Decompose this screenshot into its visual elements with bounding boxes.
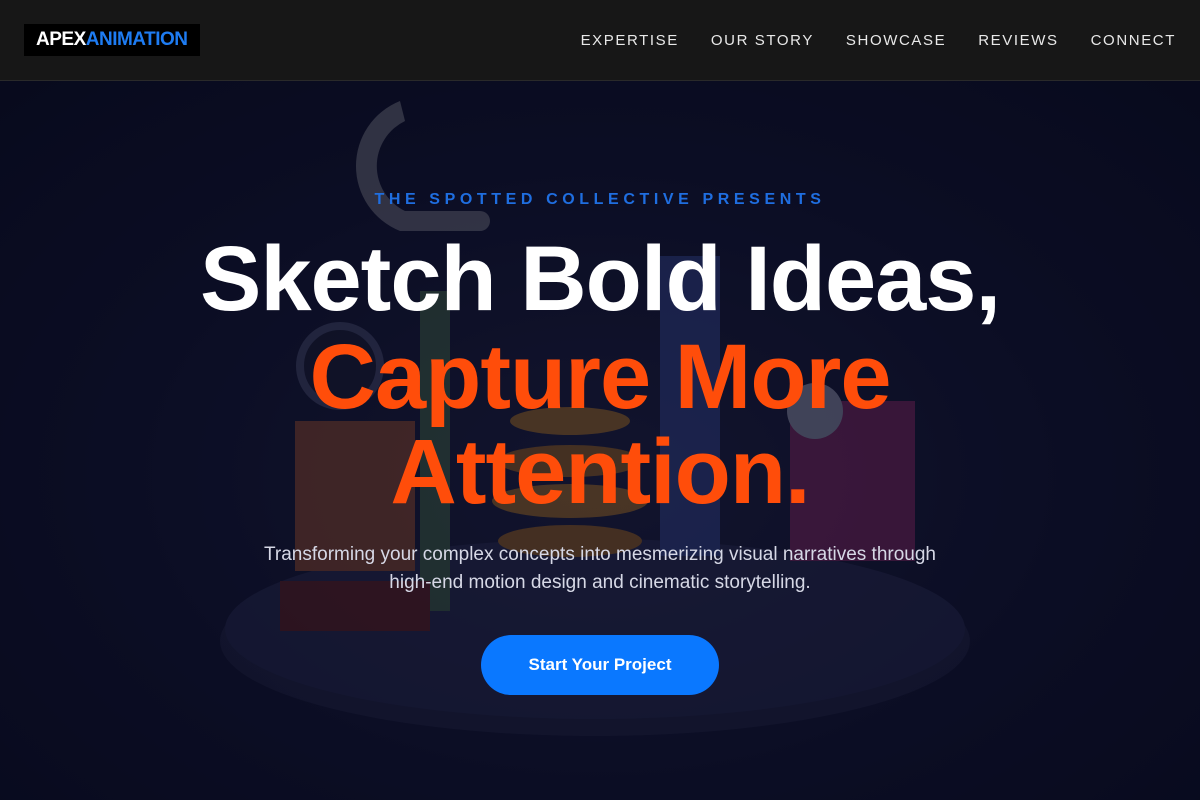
start-project-button[interactable]: Start Your Project bbox=[481, 635, 719, 695]
hero-headline-line-3: Attention. bbox=[390, 421, 810, 523]
nav-link-reviews[interactable]: REVIEWS bbox=[978, 32, 1058, 49]
hero-subtitle: Transforming your complex concepts into … bbox=[264, 544, 936, 593]
hero-headline-line-2: Capture More bbox=[309, 326, 892, 428]
nav-link-showcase[interactable]: SHOWCASE bbox=[846, 32, 946, 49]
main-nav: EXPERTISE OUR STORY SHOWCASE REVIEWS CON… bbox=[581, 32, 1176, 49]
logo-part-animation: ANIMATION bbox=[85, 29, 188, 50]
nav-link-connect[interactable]: CONNECT bbox=[1091, 32, 1176, 49]
logo[interactable]: APEX ANIMATION bbox=[24, 24, 200, 56]
page: APEX ANIMATION EXPERTISE OUR STORY SHOWC… bbox=[0, 0, 1200, 800]
nav-link-our-story[interactable]: OUR STORY bbox=[711, 32, 814, 49]
site-header: APEX ANIMATION EXPERTISE OUR STORY SHOWC… bbox=[0, 0, 1200, 81]
hero-eyebrow: THE SPOTTED COLLECTIVE PRESENTS bbox=[374, 191, 826, 208]
logo-part-apex: APEX bbox=[36, 29, 86, 50]
nav-link-expertise[interactable]: EXPERTISE bbox=[581, 32, 679, 49]
hero-headline-line-1: Sketch Bold Ideas, bbox=[199, 228, 1001, 330]
hero-content: THE SPOTTED COLLECTIVE PRESENTS Sketch B… bbox=[0, 81, 1200, 800]
